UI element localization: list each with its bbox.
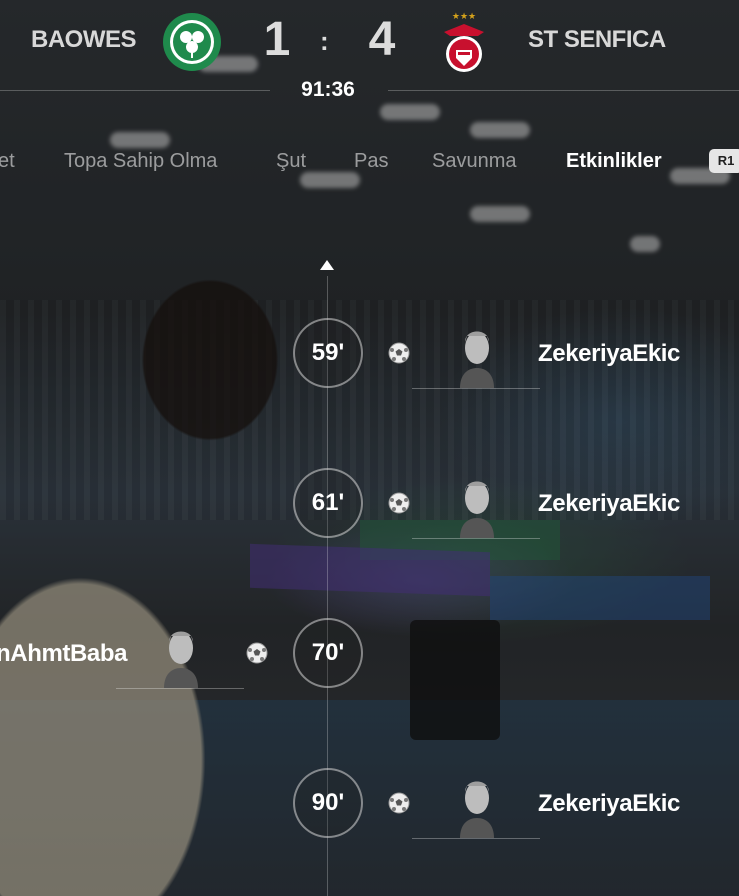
clover-club-crest-icon (163, 13, 221, 71)
player-avatar-icon (460, 481, 494, 538)
soccer-ball-icon (388, 342, 410, 364)
home-team-name: BAOWES (31, 26, 137, 53)
divider (116, 688, 244, 689)
scoreboard: BAOWES 1 : 4 ★★★ ST SENFICA 91:36 (0, 0, 739, 110)
tab-passing[interactable]: Pas (354, 150, 388, 173)
event-player-name: ZekeriyaEkic (538, 490, 680, 517)
divider (412, 838, 540, 839)
r1-button-hint: R1 (709, 149, 739, 173)
stats-tab-bar: et Topa Sahip Olma Şut Pas Savunma Etkin… (0, 146, 739, 180)
match-clock: 91:36 (301, 78, 355, 101)
divider (412, 538, 540, 539)
tab-possession[interactable]: Topa Sahip Olma (64, 150, 217, 173)
away-team-name: ST SENFICA (528, 26, 666, 53)
tab-shots[interactable]: Şut (276, 150, 306, 173)
svg-text:★★★: ★★★ (452, 12, 476, 22)
player-avatar-icon (460, 781, 494, 838)
event-minute: 70' (293, 618, 363, 688)
away-score: 4 (368, 13, 396, 66)
tab-defense[interactable]: Savunma (432, 150, 517, 173)
eagle-club-crest-icon: ★★★ (444, 12, 484, 72)
player-avatar-icon (460, 331, 494, 388)
scroll-up-arrow-icon[interactable] (320, 260, 334, 270)
tab-events[interactable]: Etkinlikler (566, 150, 662, 173)
event-player-name: nAhmtBaba (0, 640, 128, 667)
event-player-name: ZekeriyaEkic (538, 340, 680, 367)
divider (412, 388, 540, 389)
stadium-background (0, 0, 739, 896)
event-minute: 59' (293, 318, 363, 388)
player-avatar-icon (164, 631, 198, 688)
soccer-ball-icon (388, 792, 410, 814)
home-score: 1 (263, 13, 291, 66)
soccer-ball-icon (388, 492, 410, 514)
divider (0, 90, 270, 91)
soccer-ball-icon (246, 642, 268, 664)
event-minute: 90' (293, 768, 363, 838)
event-player-name: ZekeriyaEkic (538, 790, 680, 817)
tab-partial[interactable]: et (0, 150, 15, 173)
score-separator: : (320, 26, 329, 56)
event-minute: 61' (293, 468, 363, 538)
divider (388, 90, 739, 91)
